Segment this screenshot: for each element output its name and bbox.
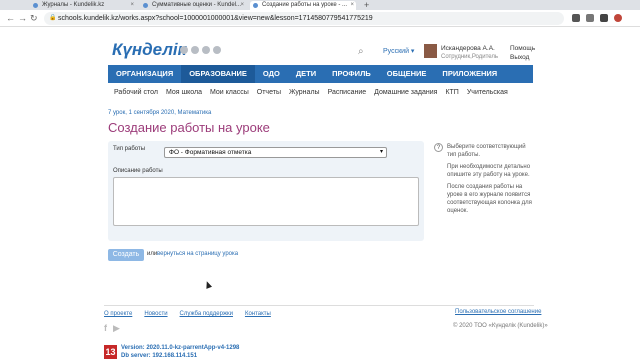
header-icons [180, 46, 221, 54]
subnav-reports[interactable]: Отчеты [257, 89, 281, 96]
globe-icon[interactable] [213, 46, 221, 54]
people-icon[interactable] [191, 46, 199, 54]
user-name: Искандерова А.А. [441, 45, 495, 52]
subnav-ktp[interactable]: КТП [445, 89, 458, 96]
nav-communication[interactable]: ОБЩЕНИЕ [379, 65, 435, 83]
sub-nav: Рабочий стол Моя школа Мои классы Отчеты… [114, 89, 508, 96]
browser-tab-active[interactable]: Создание работы на уроке - ... × [250, 1, 356, 10]
browser-tab-label: Создание работы на уроке - ... [262, 2, 348, 8]
footer-link-about[interactable]: О проекте [104, 311, 132, 317]
browser-tab-label: Журналы - Kundelik.kz [42, 2, 105, 8]
site-logo[interactable]: Күнделік [112, 40, 186, 60]
chevron-down-icon: ▾ [379, 149, 383, 155]
avatar[interactable] [424, 44, 437, 58]
url-input[interactable]: 🔒 schools.kundelik.kz/works.aspx?school=1… [44, 12, 564, 25]
mouse-cursor-icon [203, 280, 213, 289]
extension-icon[interactable] [586, 14, 594, 22]
help-text: Выберите соответствующий тип работы. [447, 144, 526, 158]
subnav-my-classes[interactable]: Мои классы [210, 89, 249, 96]
comment-icon[interactable] [180, 46, 188, 54]
help-text: После создания работы на уроке в его жур… [447, 184, 532, 214]
reload-icon[interactable]: ↻ [30, 13, 38, 24]
logout-link[interactable]: Выход [510, 53, 535, 62]
version-text: Version: 2020.11.0-kz-parrentApp-v4-1298 [121, 345, 240, 351]
subnav-my-school[interactable]: Моя школа [166, 89, 202, 96]
page-title: Создание работы на уроке [108, 120, 270, 135]
lock-icon: 🔒 [49, 15, 57, 21]
close-icon[interactable]: × [130, 1, 134, 10]
subnav-teachers-room[interactable]: Учительская [467, 89, 508, 96]
help-panel: ? Выберите соответствующий тип работы. П… [434, 143, 534, 219]
footer-links: О проекте Новости Служба поддержки Конта… [104, 311, 271, 317]
question-icon: ? [434, 143, 443, 152]
copyright: © 2020 ТОО «Күнделік (Kundelik)» [453, 323, 548, 329]
nav-profile[interactable]: ПРОФИЛЬ [324, 65, 379, 83]
help-text: При необходимости детально опишите эту р… [447, 164, 531, 178]
subnav-schedule[interactable]: Расписание [328, 89, 367, 96]
new-tab-icon[interactable]: + [360, 1, 369, 10]
extension-icon[interactable] [572, 14, 580, 22]
language-select[interactable]: Русский ▾ [383, 47, 414, 55]
footer-divider [104, 305, 534, 306]
subnav-homework[interactable]: Домашние задания [374, 89, 437, 96]
version-info: Version: 2020.11.0-kz-parrentApp-v4-1298… [121, 344, 239, 360]
youtube-icon[interactable]: ▶ [113, 323, 120, 334]
back-to-lesson-link[interactable]: вернуться на страницу урока [157, 251, 238, 257]
facebook-icon[interactable]: f [104, 323, 107, 334]
db-server-text: Db server: 192.168.114.151 [121, 353, 198, 359]
user-icon[interactable] [202, 46, 210, 54]
description-label: Описание работы [113, 168, 163, 174]
age-badge: 13 [104, 345, 117, 359]
extension-icon[interactable] [600, 14, 608, 22]
subnav-desktop[interactable]: Рабочий стол [114, 89, 158, 96]
help-link[interactable]: Помощь [510, 44, 535, 53]
forward-arrow-icon[interactable]: → [18, 13, 27, 23]
nav-organization[interactable]: ОРГАНИЗАЦИЯ [108, 65, 181, 83]
social-icons: f ▶ [104, 323, 120, 334]
breadcrumb[interactable]: 7 урок, 1 сентября 2020, Математика [108, 110, 211, 116]
user-info[interactable]: Искандерова А.А. Сотрудник,Родитель [441, 44, 498, 62]
nav-children[interactable]: ДЕТИ [288, 65, 324, 83]
browser-tab[interactable]: Журналы - Kundelik.kz × [30, 1, 136, 10]
address-bar-row: ← → ↻ 🔒 schools.kundelik.kz/works.aspx?sc… [0, 10, 640, 27]
search-icon[interactable]: ⌕ [358, 46, 364, 57]
close-icon[interactable]: × [240, 1, 244, 10]
profile-icon[interactable] [614, 14, 622, 22]
work-type-label: Тип работы [113, 146, 146, 152]
favicon-icon [143, 3, 148, 8]
work-type-select[interactable]: ФО - Формативная отметка ▾ [164, 147, 387, 158]
nav-applications[interactable]: ПРИЛОЖЕНИЯ [434, 65, 505, 83]
user-agreement-link[interactable]: Пользовательское соглашение [455, 309, 541, 315]
user-role: Сотрудник,Родитель [441, 54, 499, 60]
back-arrow-icon[interactable]: ← [6, 13, 15, 23]
main-nav: ОРГАНИЗАЦИЯ ОБРАЗОВАНИЕ ОДО ДЕТИ ПРОФИЛЬ… [108, 65, 533, 83]
footer-link-contacts[interactable]: Контакты [245, 311, 271, 317]
favicon-icon [33, 3, 38, 8]
footer-link-support[interactable]: Служба поддержки [180, 311, 233, 317]
subnav-journals[interactable]: Журналы [289, 89, 320, 96]
nav-odo[interactable]: ОДО [255, 65, 288, 83]
close-icon[interactable]: × [350, 1, 354, 10]
browser-tab-label: Суммативные оценки - Kundel... [152, 2, 241, 8]
nav-education[interactable]: ОБРАЗОВАНИЕ [181, 65, 255, 83]
url-text: schools.kundelik.kz/works.aspx?school=10… [58, 15, 373, 22]
footer-link-news[interactable]: Новости [144, 311, 167, 317]
or-text: или [147, 251, 158, 257]
help-logout: Помощь Выход [510, 44, 535, 62]
favicon-icon [253, 3, 258, 8]
browser-tab[interactable]: Суммативные оценки - Kundel... × [140, 1, 246, 10]
browser-tab-strip: Журналы - Kundelik.kz × Суммативные оценк… [0, 0, 640, 10]
description-textarea[interactable] [113, 177, 419, 226]
create-button[interactable]: Создать [108, 249, 144, 261]
